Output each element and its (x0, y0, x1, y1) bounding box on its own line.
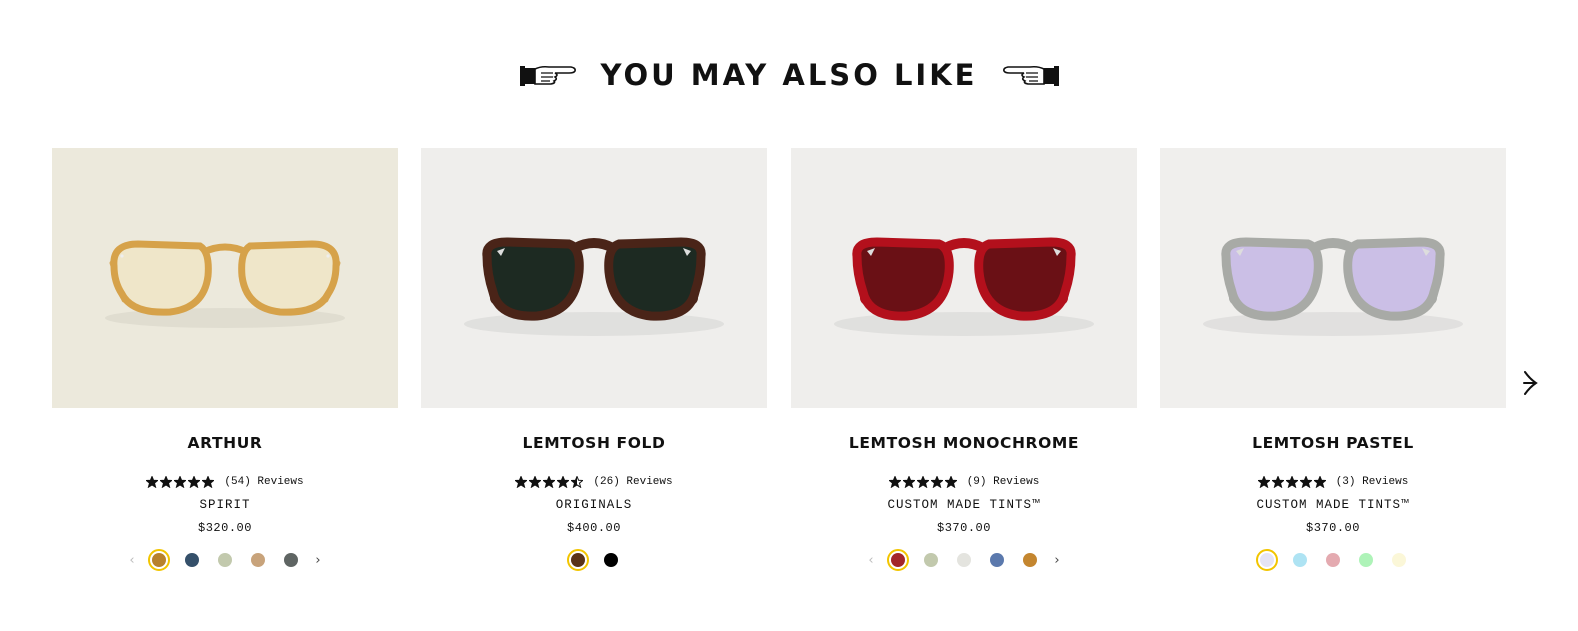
color-swatches: ‹ › (791, 547, 1137, 573)
product-collection: ORIGINALS (555, 498, 633, 512)
color-swatch[interactable] (1019, 549, 1041, 571)
rating-row: (54) Reviews (52, 474, 398, 490)
color-swatches (1160, 547, 1506, 573)
color-swatch[interactable] (600, 549, 622, 571)
star-rating-icon (146, 476, 215, 488)
color-swatch[interactable] (1256, 549, 1278, 571)
color-swatch[interactable] (181, 549, 203, 571)
product-price: $370.00 (937, 521, 991, 535)
color-swatch[interactable] (566, 549, 589, 571)
color-swatch[interactable] (953, 549, 975, 571)
star-rating-icon (888, 476, 957, 488)
color-swatch[interactable] (1355, 549, 1377, 571)
product-name[interactable]: ARTHUR (52, 434, 398, 452)
product-image[interactable] (421, 148, 767, 408)
product-card[interactable]: LEMTOSH MONOCHROME (9) Reviews CUSTOM MADE… (791, 148, 1137, 588)
product-name[interactable]: LEMTOSH PASTEL (1160, 434, 1506, 452)
product-card[interactable]: ARTHUR (54) Reviews SPIRIT $320.00 ‹ › (52, 148, 398, 588)
product-name[interactable]: LEMTOSH MONOCHROME (791, 434, 1137, 452)
color-swatch[interactable] (148, 549, 170, 571)
color-swatch[interactable] (986, 549, 1008, 571)
product-price: $400.00 (567, 521, 621, 535)
product-name[interactable]: LEMTOSH FOLD (421, 434, 767, 452)
color-swatch[interactable] (920, 549, 942, 571)
color-swatch[interactable] (1322, 549, 1344, 571)
pointing-hand-right-icon (519, 65, 576, 86)
star-rating-icon (1257, 476, 1326, 488)
color-swatches (421, 547, 767, 573)
product-collection: CUSTOM MADE TINTS™ (1256, 498, 1410, 512)
color-swatch[interactable] (887, 549, 909, 571)
product-collection: CUSTOM MADE TINTS™ (887, 498, 1041, 512)
star-rating-icon (515, 476, 584, 488)
pointing-hand-left-icon (1002, 65, 1059, 86)
rating-row: (26) Reviews (421, 474, 767, 490)
color-swatch[interactable] (280, 549, 302, 571)
carousel-next-arrow-icon[interactable] (1518, 368, 1542, 398)
rating-row: (3) Reviews (1160, 474, 1506, 490)
product-price: $320.00 (198, 521, 252, 535)
section-heading: YOU MAY ALSO LIKE (0, 52, 1578, 98)
rating-row: (9) Reviews (791, 474, 1137, 490)
product-image[interactable] (791, 148, 1137, 408)
swatch-next-arrow-icon[interactable]: › (313, 553, 323, 568)
product-image[interactable] (52, 148, 398, 408)
swatch-prev-arrow-icon[interactable]: ‹ (127, 553, 137, 568)
product-image[interactable] (1160, 148, 1506, 408)
review-count-link[interactable]: (26) Reviews (593, 476, 672, 488)
review-count-link[interactable]: (54) Reviews (224, 476, 303, 488)
section-title: YOU MAY ALSO LIKE (600, 58, 978, 92)
color-swatches: ‹ › (52, 547, 398, 573)
product-card[interactable]: LEMTOSH FOLD (26) Reviews ORIGINALS $400.0… (421, 148, 767, 588)
color-swatch[interactable] (214, 549, 236, 571)
review-count-link[interactable]: (3) Reviews (1336, 476, 1409, 488)
swatch-prev-arrow-icon[interactable]: ‹ (866, 553, 876, 568)
product-price: $370.00 (1306, 521, 1360, 535)
review-count-link[interactable]: (9) Reviews (967, 476, 1040, 488)
color-swatch[interactable] (1388, 549, 1410, 571)
swatch-next-arrow-icon[interactable]: › (1052, 553, 1062, 568)
product-collection: SPIRIT (199, 498, 251, 512)
product-card[interactable]: LEMTOSH PASTEL (3) Reviews CUSTOM MADE TIN… (1160, 148, 1506, 588)
color-swatch[interactable] (1289, 549, 1311, 571)
product-carousel: ARTHUR (54) Reviews SPIRIT $320.00 ‹ › LEMTOS… (52, 148, 1507, 588)
color-swatch[interactable] (247, 549, 269, 571)
